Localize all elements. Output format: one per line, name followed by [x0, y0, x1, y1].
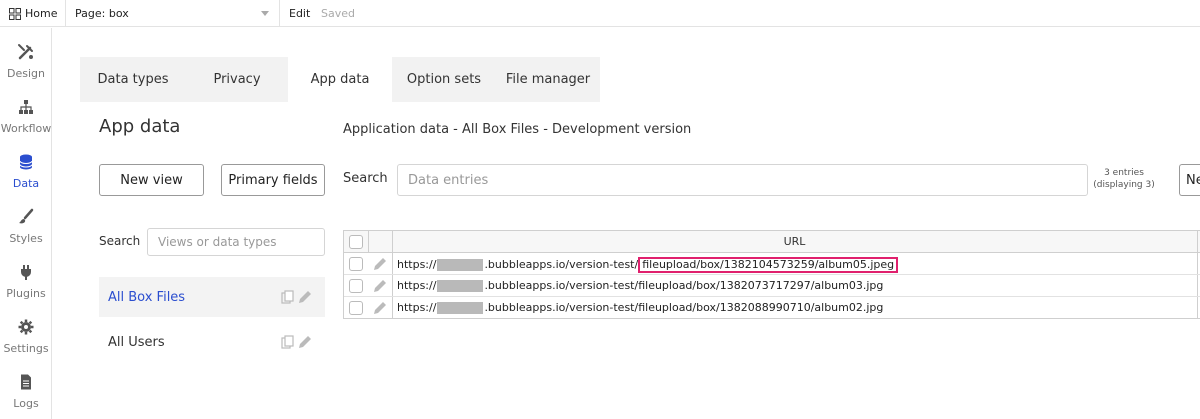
view-item-label: All Box Files — [108, 289, 186, 305]
home-button[interactable]: Home — [0, 0, 66, 27]
entries-search-placeholder: Data entries — [408, 172, 489, 188]
rail-item-plugins[interactable]: Plugins — [0, 251, 52, 306]
select-all-checkbox[interactable] — [349, 235, 363, 249]
grid-header: URL — [344, 231, 1200, 253]
rail-label: Settings — [3, 342, 49, 355]
rail-item-workflow[interactable]: Workflow — [0, 86, 52, 141]
views-search-label: Search — [99, 234, 141, 248]
url-path: fileupload/box/1382088990710/album02.jpg — [638, 301, 884, 314]
home-label: Home — [25, 7, 58, 20]
url-cell[interactable]: https:// .bubbleapps.io/version-test/ fi… — [397, 279, 883, 293]
rail-item-styles[interactable]: Styles — [0, 196, 52, 251]
gear-icon — [18, 319, 34, 335]
url-path-highlighted: fileupload/box/1382104573259/album05.jpe… — [638, 257, 899, 273]
left-rail: Design Workflow Data Styles Plugins Sett… — [0, 28, 52, 419]
chevron-down-icon — [261, 11, 269, 16]
page-label: Page: box — [75, 7, 129, 20]
url-prefix: https:// — [397, 258, 437, 271]
grid-icon — [9, 7, 21, 20]
url-cell[interactable]: https:// .bubbleapps.io/version-test/ fi… — [397, 301, 883, 315]
brush-icon — [19, 208, 34, 224]
copy-icon[interactable] — [281, 290, 294, 304]
table-row[interactable]: https:// .bubbleapps.io/version-test/ fi… — [344, 297, 1200, 319]
entries-search-input[interactable]: Data entries — [397, 164, 1088, 196]
rail-item-design[interactable]: Design — [0, 31, 52, 86]
view-item-label: All Users — [108, 334, 165, 350]
url-domain: .bubbleapps.io/version-test/ — [484, 301, 639, 314]
redacted-subdomain — [437, 302, 484, 314]
page-selector[interactable]: Page: box — [66, 0, 280, 27]
redacted-subdomain — [437, 259, 484, 271]
url-cell[interactable]: https:// .bubbleapps.io/version-test/ fi… — [397, 257, 899, 273]
rail-label: Styles — [9, 232, 43, 245]
tab-app-data[interactable]: App data — [288, 57, 392, 102]
rail-item-data[interactable]: Data — [0, 141, 52, 196]
primary-fields-button[interactable]: Primary fields — [221, 164, 325, 196]
rail-label: Workflow — [0, 122, 52, 135]
app-data-title: Application data - All Box Files - Devel… — [343, 122, 692, 137]
entries-count-total: 3 entries — [1104, 168, 1144, 178]
tab-option-sets[interactable]: Option sets — [392, 57, 496, 102]
rail-item-logs[interactable]: Logs — [0, 361, 52, 416]
view-actions — [281, 290, 311, 304]
pencil-icon[interactable] — [373, 257, 387, 271]
view-item-all-box-files[interactable]: All Box Files — [99, 277, 325, 317]
entries-count: 3 entries (displaying 3) — [1092, 167, 1156, 191]
tab-file-manager[interactable]: File manager — [496, 57, 600, 102]
pencil-icon[interactable] — [373, 301, 387, 315]
url-domain: .bubbleapps.io/version-test/ — [484, 258, 639, 271]
plug-icon — [21, 265, 31, 280]
url-prefix: https:// — [397, 279, 437, 292]
row-checkbox[interactable] — [349, 257, 363, 271]
column-divider — [368, 231, 369, 253]
pencil-icon[interactable] — [299, 291, 311, 303]
data-icon — [19, 154, 33, 170]
pencil-icon[interactable] — [299, 336, 311, 348]
url-domain: .bubbleapps.io/version-test/ — [484, 279, 639, 292]
document-icon — [21, 374, 31, 390]
rail-label: Design — [7, 67, 45, 80]
column-header-url[interactable]: URL — [392, 231, 1197, 253]
table-row[interactable]: https:// .bubbleapps.io/version-test/ fi… — [344, 253, 1200, 275]
tab-data-types[interactable]: Data types — [80, 57, 186, 102]
copy-icon[interactable] — [281, 335, 294, 349]
redacted-subdomain — [437, 280, 484, 292]
view-item-all-users[interactable]: All Users — [99, 322, 325, 362]
row-checkbox[interactable] — [349, 279, 363, 293]
entries-search-label: Search — [343, 171, 388, 186]
rail-label: Data — [12, 177, 40, 190]
new-view-button[interactable]: New view — [99, 164, 204, 196]
views-search-placeholder: Views or data types — [158, 235, 277, 249]
url-prefix: https:// — [397, 301, 437, 314]
section-title: App data — [99, 116, 181, 137]
rail-item-settings[interactable]: Settings — [0, 306, 52, 361]
rail-label: Logs — [13, 397, 39, 410]
pencil-icon[interactable] — [373, 279, 387, 293]
design-icon — [18, 44, 33, 60]
edit-mode-label[interactable]: Edit — [289, 7, 310, 20]
view-actions — [281, 335, 311, 349]
top-bar: Home Page: box Edit Saved — [0, 0, 1200, 27]
views-search-input[interactable]: Views or data types — [147, 228, 325, 256]
url-path: fileupload/box/1382073717297/album03.jpg — [638, 279, 884, 292]
data-tabs: Data types Privacy App data Option sets … — [80, 57, 600, 102]
tab-privacy[interactable]: Privacy — [186, 57, 288, 102]
entries-count-displaying: (displaying 3) — [1093, 180, 1155, 190]
new-entry-button[interactable]: Ne — [1179, 164, 1200, 196]
workflow-icon — [19, 100, 33, 114]
rail-label: Plugins — [6, 287, 46, 300]
data-grid: URL https:// .bubbleapps.io/version-test… — [343, 230, 1200, 319]
table-row[interactable]: https:// .bubbleapps.io/version-test/ fi… — [344, 275, 1200, 297]
saved-status: Saved — [321, 7, 355, 20]
row-checkbox[interactable] — [349, 301, 363, 315]
